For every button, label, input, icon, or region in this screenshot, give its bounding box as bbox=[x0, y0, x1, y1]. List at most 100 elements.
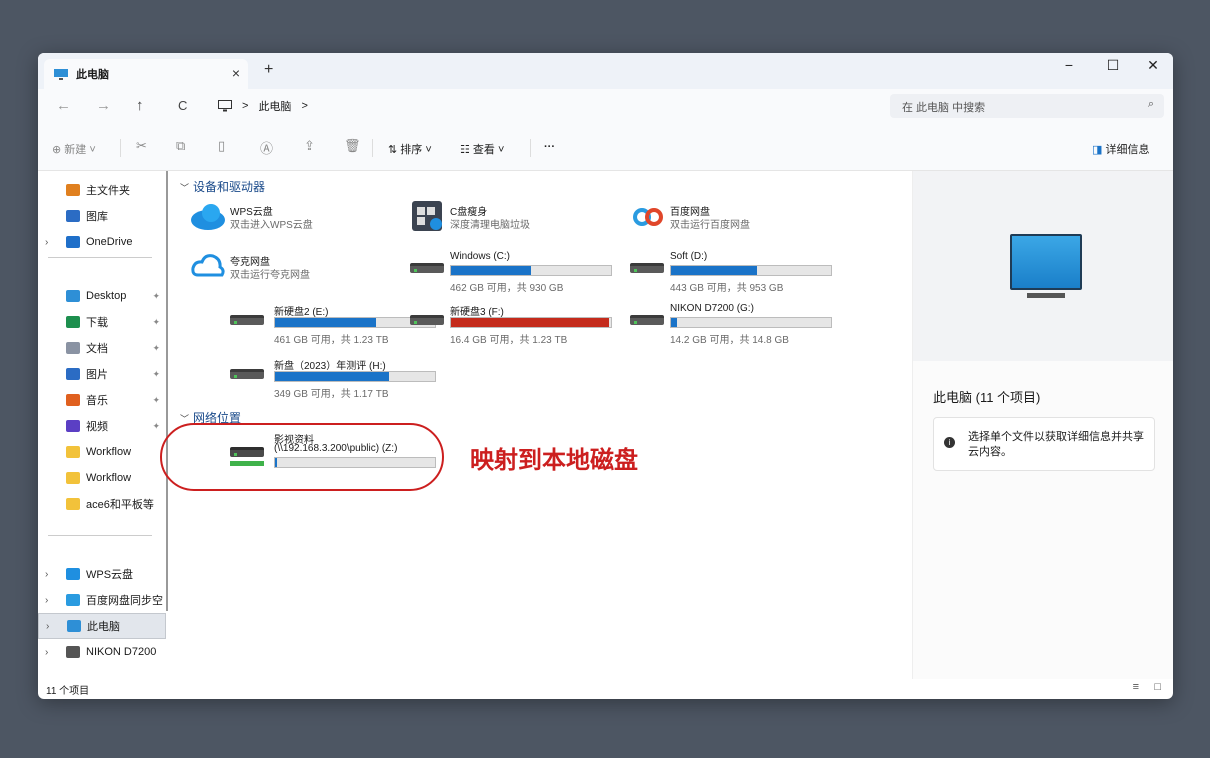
pin-icon[interactable]: ✦ bbox=[152, 317, 160, 328]
details-button[interactable]: ◨ 详细信息 bbox=[1092, 141, 1149, 157]
monitor-icon[interactable] bbox=[218, 100, 232, 112]
app-baidu-netdisk[interactable]: 百度网盘 双击运行百度网盘 bbox=[630, 199, 840, 243]
maximize-button[interactable]: ☐ bbox=[1098, 57, 1128, 74]
download-icon bbox=[66, 316, 80, 328]
breadcrumb-separator: > bbox=[242, 100, 249, 112]
expand-chevron-icon[interactable]: › bbox=[45, 595, 48, 606]
sidebar-divider bbox=[48, 257, 152, 258]
cut-icon[interactable]: ✂ bbox=[136, 138, 147, 154]
drive-usage-fill bbox=[451, 266, 531, 275]
app-c-drive-clean[interactable]: C盘瘦身 深度清理电脑垃圾 bbox=[410, 199, 620, 243]
app-quark-cloud[interactable]: 夸克网盘 双击运行夸克网盘 bbox=[190, 249, 400, 293]
back-icon[interactable]: ← bbox=[56, 97, 71, 114]
share-icon[interactable]: ⇪ bbox=[304, 138, 315, 154]
drive-usage-fill bbox=[275, 318, 376, 327]
document-icon bbox=[66, 342, 80, 354]
expand-chevron-icon[interactable]: › bbox=[45, 237, 48, 248]
sidebar-item-label: Workflow bbox=[86, 446, 132, 458]
sidebar-item-label: 主文件夹 bbox=[86, 185, 130, 197]
sidebar-item[interactable]: Workflow bbox=[38, 465, 166, 491]
drive-c[interactable]: Windows (C:) 462 GB 可用，共 930 GB bbox=[410, 251, 620, 299]
sidebar-item[interactable]: › WPS云盘 bbox=[38, 561, 166, 587]
tab-label: 此电脑 bbox=[76, 69, 109, 81]
sidebar-item[interactable]: › OneDrive bbox=[38, 229, 166, 255]
sidebar-item[interactable]: Workflow bbox=[38, 439, 166, 465]
sort-label: 排序 bbox=[400, 144, 423, 156]
breadcrumb-this-pc[interactable]: 此电脑 bbox=[258, 98, 291, 114]
drive-name: Soft (D:) bbox=[670, 251, 708, 262]
drive-h[interactable]: 新盘（2023）年测评 (H:) 349 GB 可用，共 1.17 TB bbox=[230, 357, 444, 405]
sidebar-item[interactable]: 图片 ✦ bbox=[38, 361, 166, 387]
drive-free-space: 461 GB 可用，共 1.23 TB bbox=[274, 335, 389, 346]
drive-icon bbox=[66, 646, 80, 658]
sidebar-item-label: OneDrive bbox=[86, 236, 133, 248]
search-placeholder: 在 此电脑 中搜索 bbox=[902, 102, 986, 114]
pin-icon[interactable]: ✦ bbox=[152, 291, 160, 302]
drive-usage-bar bbox=[450, 317, 612, 328]
delete-icon[interactable]: 🗑 bbox=[344, 138, 361, 154]
expand-chevron-icon[interactable]: › bbox=[45, 647, 48, 658]
close-button[interactable]: ✕ bbox=[1138, 57, 1168, 74]
collapse-chevron-icon: ﹀ bbox=[180, 183, 190, 193]
app-subtitle: 双击运行夸克网盘 bbox=[230, 270, 310, 281]
pin-icon[interactable]: ✦ bbox=[152, 395, 160, 406]
details-message: 选择单个文件以获取详细信息并共享云内容。 bbox=[968, 431, 1144, 458]
toolbar-divider bbox=[372, 139, 373, 157]
app-wps-cloud[interactable]: WPS云盘 双击进入WPS云盘 bbox=[190, 199, 400, 243]
sidebar-item[interactable]: 音乐 ✦ bbox=[38, 387, 166, 413]
pin-icon[interactable]: ✦ bbox=[152, 421, 160, 432]
drive-f[interactable]: 新硬盘3 (F:) 16.4 GB 可用，共 1.23 TB bbox=[410, 303, 620, 351]
baidu-netdisk-icon bbox=[633, 208, 663, 226]
tab-close-icon[interactable]: × bbox=[232, 65, 240, 81]
minimize-button[interactable]: − bbox=[1054, 57, 1084, 73]
search-icon[interactable]: ⌕ bbox=[1148, 98, 1154, 111]
paste-icon[interactable]: ▯ bbox=[218, 138, 225, 154]
tab-this-pc[interactable]: 此电脑 × bbox=[44, 59, 248, 89]
sidebar-divider bbox=[48, 535, 152, 536]
preview-area bbox=[913, 171, 1173, 361]
expand-chevron-icon[interactable]: › bbox=[45, 569, 48, 580]
refresh-icon[interactable]: C bbox=[178, 98, 187, 113]
app-subtitle: 深度清理电脑垃圾 bbox=[450, 220, 530, 231]
new-tab-button[interactable]: + bbox=[264, 61, 273, 79]
rename-icon[interactable]: Ⓐ bbox=[260, 138, 273, 157]
annotation-circle bbox=[160, 423, 444, 491]
new-button[interactable]: ⊕ 新建 ˅ bbox=[52, 141, 96, 157]
sidebar-item-label: 音乐 bbox=[86, 395, 108, 407]
sidebar-item[interactable]: 下载 ✦ bbox=[38, 309, 166, 335]
forward-icon[interactable]: → bbox=[96, 97, 111, 114]
sidebar-item[interactable]: › 此电脑 bbox=[38, 613, 166, 639]
copy-icon[interactable]: ⧉ bbox=[176, 138, 185, 154]
more-button[interactable]: ··· bbox=[544, 141, 555, 153]
pin-icon[interactable]: ✦ bbox=[152, 369, 160, 380]
sidebar-item[interactable]: Desktop ✦ bbox=[38, 283, 166, 309]
expand-chevron-icon[interactable]: › bbox=[46, 621, 49, 632]
tiles-view-icon[interactable]: □ bbox=[1154, 681, 1161, 693]
drive-usage-bar bbox=[450, 265, 612, 276]
sidebar-item[interactable]: 主文件夹 bbox=[38, 177, 166, 203]
drive-g[interactable]: NIKON D7200 (G:) 14.2 GB 可用，共 14.8 GB bbox=[630, 303, 840, 351]
sidebar-item[interactable]: › 百度网盘同步空 bbox=[38, 587, 166, 613]
sidebar-item[interactable]: 视频 ✦ bbox=[38, 413, 166, 439]
view-button[interactable]: ☷ 查看 ˅ bbox=[460, 141, 504, 157]
monitor-stand bbox=[1027, 293, 1065, 298]
onedrive-icon bbox=[66, 236, 80, 248]
group-devices-header[interactable]: ﹀ 设备和驱动器 bbox=[180, 178, 265, 195]
sort-button[interactable]: ⇅ 排序 ˅ bbox=[388, 141, 432, 157]
sidebar-item[interactable]: 文档 ✦ bbox=[38, 335, 166, 361]
details-view-icon[interactable]: ≡ bbox=[1133, 681, 1139, 693]
sidebar-item[interactable]: › NIKON D7200 bbox=[38, 639, 166, 665]
sidebar-item[interactable]: 图库 bbox=[38, 203, 166, 229]
drive-icon bbox=[630, 263, 664, 273]
pin-icon[interactable]: ✦ bbox=[152, 343, 160, 354]
sidebar-item[interactable]: ace6和平板等 bbox=[38, 491, 166, 517]
search-input[interactable]: 在 此电脑 中搜索 ⌕ bbox=[890, 94, 1164, 118]
sidebar-item-label: 视频 bbox=[86, 421, 108, 433]
gallery-icon bbox=[66, 210, 80, 222]
sidebar-item-label: Workflow bbox=[86, 472, 132, 484]
breadcrumb-chevron[interactable]: > bbox=[301, 100, 307, 112]
up-icon[interactable]: ↑ bbox=[136, 97, 144, 114]
pc-preview-icon bbox=[1010, 234, 1082, 290]
drive-d[interactable]: Soft (D:) 443 GB 可用，共 953 GB bbox=[630, 251, 840, 299]
sidebar-item-label: 文档 bbox=[86, 343, 108, 355]
